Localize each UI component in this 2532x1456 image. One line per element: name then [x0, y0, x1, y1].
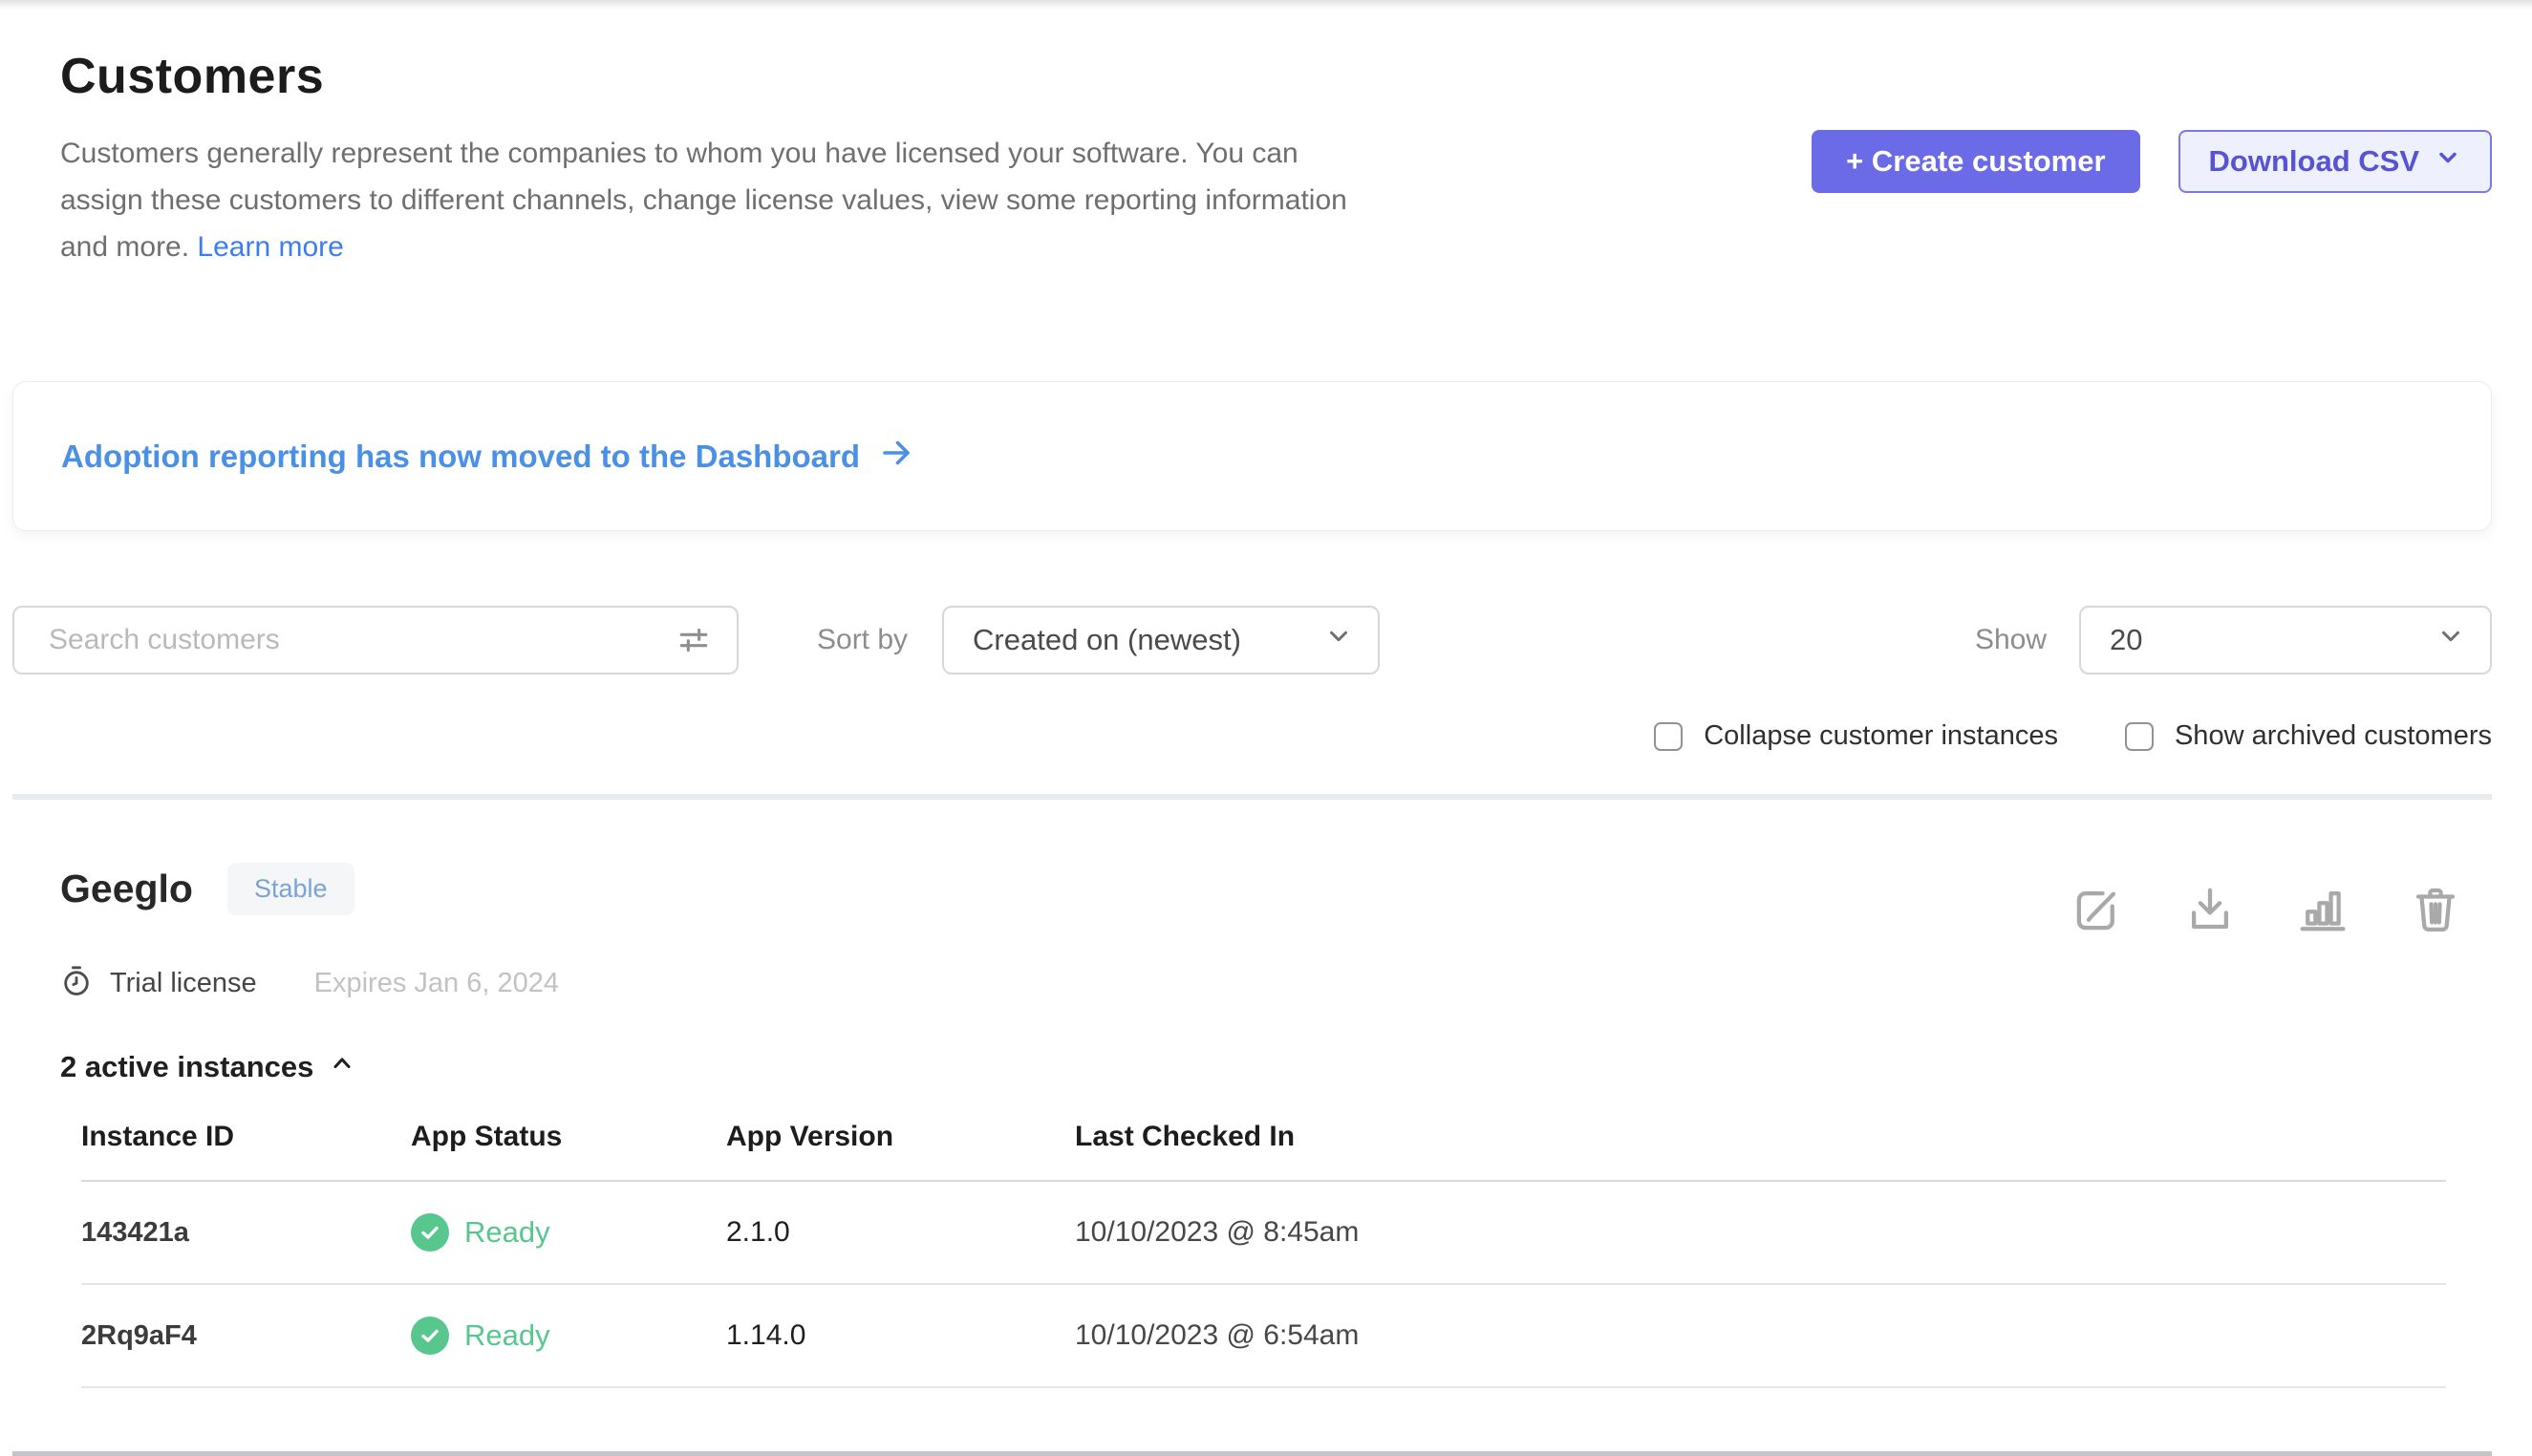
- instance-id: 143421a: [81, 1217, 411, 1249]
- page-description: Customers generally represent the compan…: [60, 130, 1347, 270]
- sort-select[interactable]: Created on (newest): [942, 606, 1380, 674]
- show-count-select[interactable]: 20: [2079, 606, 2492, 674]
- trash-icon: [2410, 924, 2461, 938]
- top-edge-shadow: [0, 0, 2532, 10]
- instances-summary: 2 active instances: [60, 1050, 313, 1084]
- stopwatch-icon: [60, 965, 93, 1002]
- instances-table-header: Instance ID App Status App Version Last …: [81, 1121, 2446, 1182]
- chevron-up-icon: [329, 1050, 355, 1084]
- collapse-instances-option: Collapse customer instances: [1654, 720, 2058, 752]
- download-icon: [2184, 924, 2236, 938]
- filter-icon[interactable]: [677, 624, 710, 656]
- app-status-label: Ready: [464, 1215, 550, 1250]
- app-version: 2.1.0: [726, 1216, 1075, 1249]
- customer-actions: [2071, 884, 2461, 938]
- customer-card-divider: [12, 1451, 2492, 1456]
- sort-select-value: Created on (newest): [973, 623, 1241, 657]
- chevron-down-icon: [2436, 622, 2465, 658]
- show-archived-option: Show archived customers: [2125, 720, 2492, 752]
- collapse-instances-label: Collapse customer instances: [1704, 720, 2058, 752]
- column-header-app-version: App Version: [726, 1121, 1075, 1153]
- show-group: Show 20: [1975, 606, 2492, 674]
- last-checked-in: 10/10/2023 @ 8:45am: [1075, 1216, 2446, 1249]
- license-expiry: Expires Jan 6, 2024: [314, 968, 559, 999]
- collapse-instances-checkbox[interactable]: [1654, 722, 1683, 751]
- arrow-right-icon: [879, 436, 913, 478]
- download-csv-button[interactable]: Download CSV: [2178, 130, 2492, 193]
- customer-name-row: Geeglo Stable: [60, 863, 354, 915]
- view-metrics-button[interactable]: [2297, 884, 2349, 938]
- description-line: and more.: [60, 231, 189, 263]
- page-title: Customers: [60, 48, 1347, 105]
- list-options-row: Collapse customer instances Show archive…: [60, 720, 2492, 752]
- app-status: Ready: [411, 1317, 726, 1355]
- adoption-banner: Adoption reporting has now moved to the …: [12, 381, 2492, 531]
- show-archived-label: Show archived customers: [2175, 720, 2492, 752]
- instances-toggle[interactable]: 2 active instances: [60, 1050, 355, 1084]
- page-header: Customers Customers generally represent …: [60, 48, 2492, 270]
- show-archived-checkbox[interactable]: [2125, 722, 2154, 751]
- create-customer-button[interactable]: + Create customer: [1812, 130, 2139, 193]
- table-row: 2Rq9aF4 Ready 1.14.0 10/10/2023 @ 6:54am: [81, 1285, 2446, 1388]
- check-circle-icon: [411, 1317, 449, 1355]
- show-count-value: 20: [2110, 623, 2142, 657]
- last-checked-in: 10/10/2023 @ 6:54am: [1075, 1319, 2446, 1352]
- section-divider: [12, 794, 2492, 800]
- page-header-text: Customers Customers generally represent …: [60, 48, 1347, 270]
- customers-toolbar: Sort by Created on (newest) Show 20: [12, 606, 2492, 674]
- instances-table: Instance ID App Status App Version Last …: [81, 1121, 2446, 1388]
- edit-icon: [2071, 924, 2123, 938]
- adoption-banner-link[interactable]: Adoption reporting has now moved to the …: [61, 436, 913, 478]
- app-status: Ready: [411, 1213, 726, 1252]
- app-version: 1.14.0: [726, 1319, 1075, 1352]
- description-line: assign these customers to different chan…: [60, 177, 1347, 224]
- download-license-button[interactable]: [2184, 884, 2236, 938]
- show-label: Show: [1975, 624, 2047, 656]
- check-circle-icon: [411, 1213, 449, 1252]
- bar-chart-icon: [2297, 924, 2349, 938]
- column-header-instance-id: Instance ID: [81, 1121, 411, 1153]
- edit-customer-button[interactable]: [2071, 884, 2123, 938]
- search-box: [12, 606, 739, 674]
- download-csv-label: Download CSV: [2209, 144, 2419, 179]
- customer-name[interactable]: Geeglo: [60, 867, 193, 911]
- chevron-down-icon: [1324, 622, 1353, 658]
- chevron-down-icon: [2435, 144, 2461, 179]
- instance-id: 2Rq9aF4: [81, 1320, 411, 1352]
- license-type: Trial license: [110, 968, 257, 999]
- license-row: Trial license Expires Jan 6, 2024: [60, 965, 2492, 1002]
- description-line: Customers generally represent the compan…: [60, 130, 1347, 177]
- column-header-last-checked-in: Last Checked In: [1075, 1121, 2446, 1153]
- adoption-banner-text: Adoption reporting has now moved to the …: [61, 439, 860, 475]
- header-actions: + Create customer Download CSV: [1812, 130, 2492, 193]
- sort-by-label: Sort by: [817, 624, 908, 656]
- delete-customer-button[interactable]: [2410, 884, 2461, 938]
- search-input[interactable]: [12, 606, 739, 674]
- app-status-label: Ready: [464, 1318, 550, 1353]
- learn-more-link[interactable]: Learn more: [197, 231, 343, 263]
- table-row: 143421a Ready 2.1.0 10/10/2023 @ 8:45am: [81, 1182, 2446, 1285]
- customer-card-header: Geeglo Stable: [60, 863, 2492, 938]
- customers-page: Customers Customers generally represent …: [0, 0, 2532, 1456]
- channel-badge: Stable: [227, 863, 354, 915]
- column-header-app-status: App Status: [411, 1121, 726, 1153]
